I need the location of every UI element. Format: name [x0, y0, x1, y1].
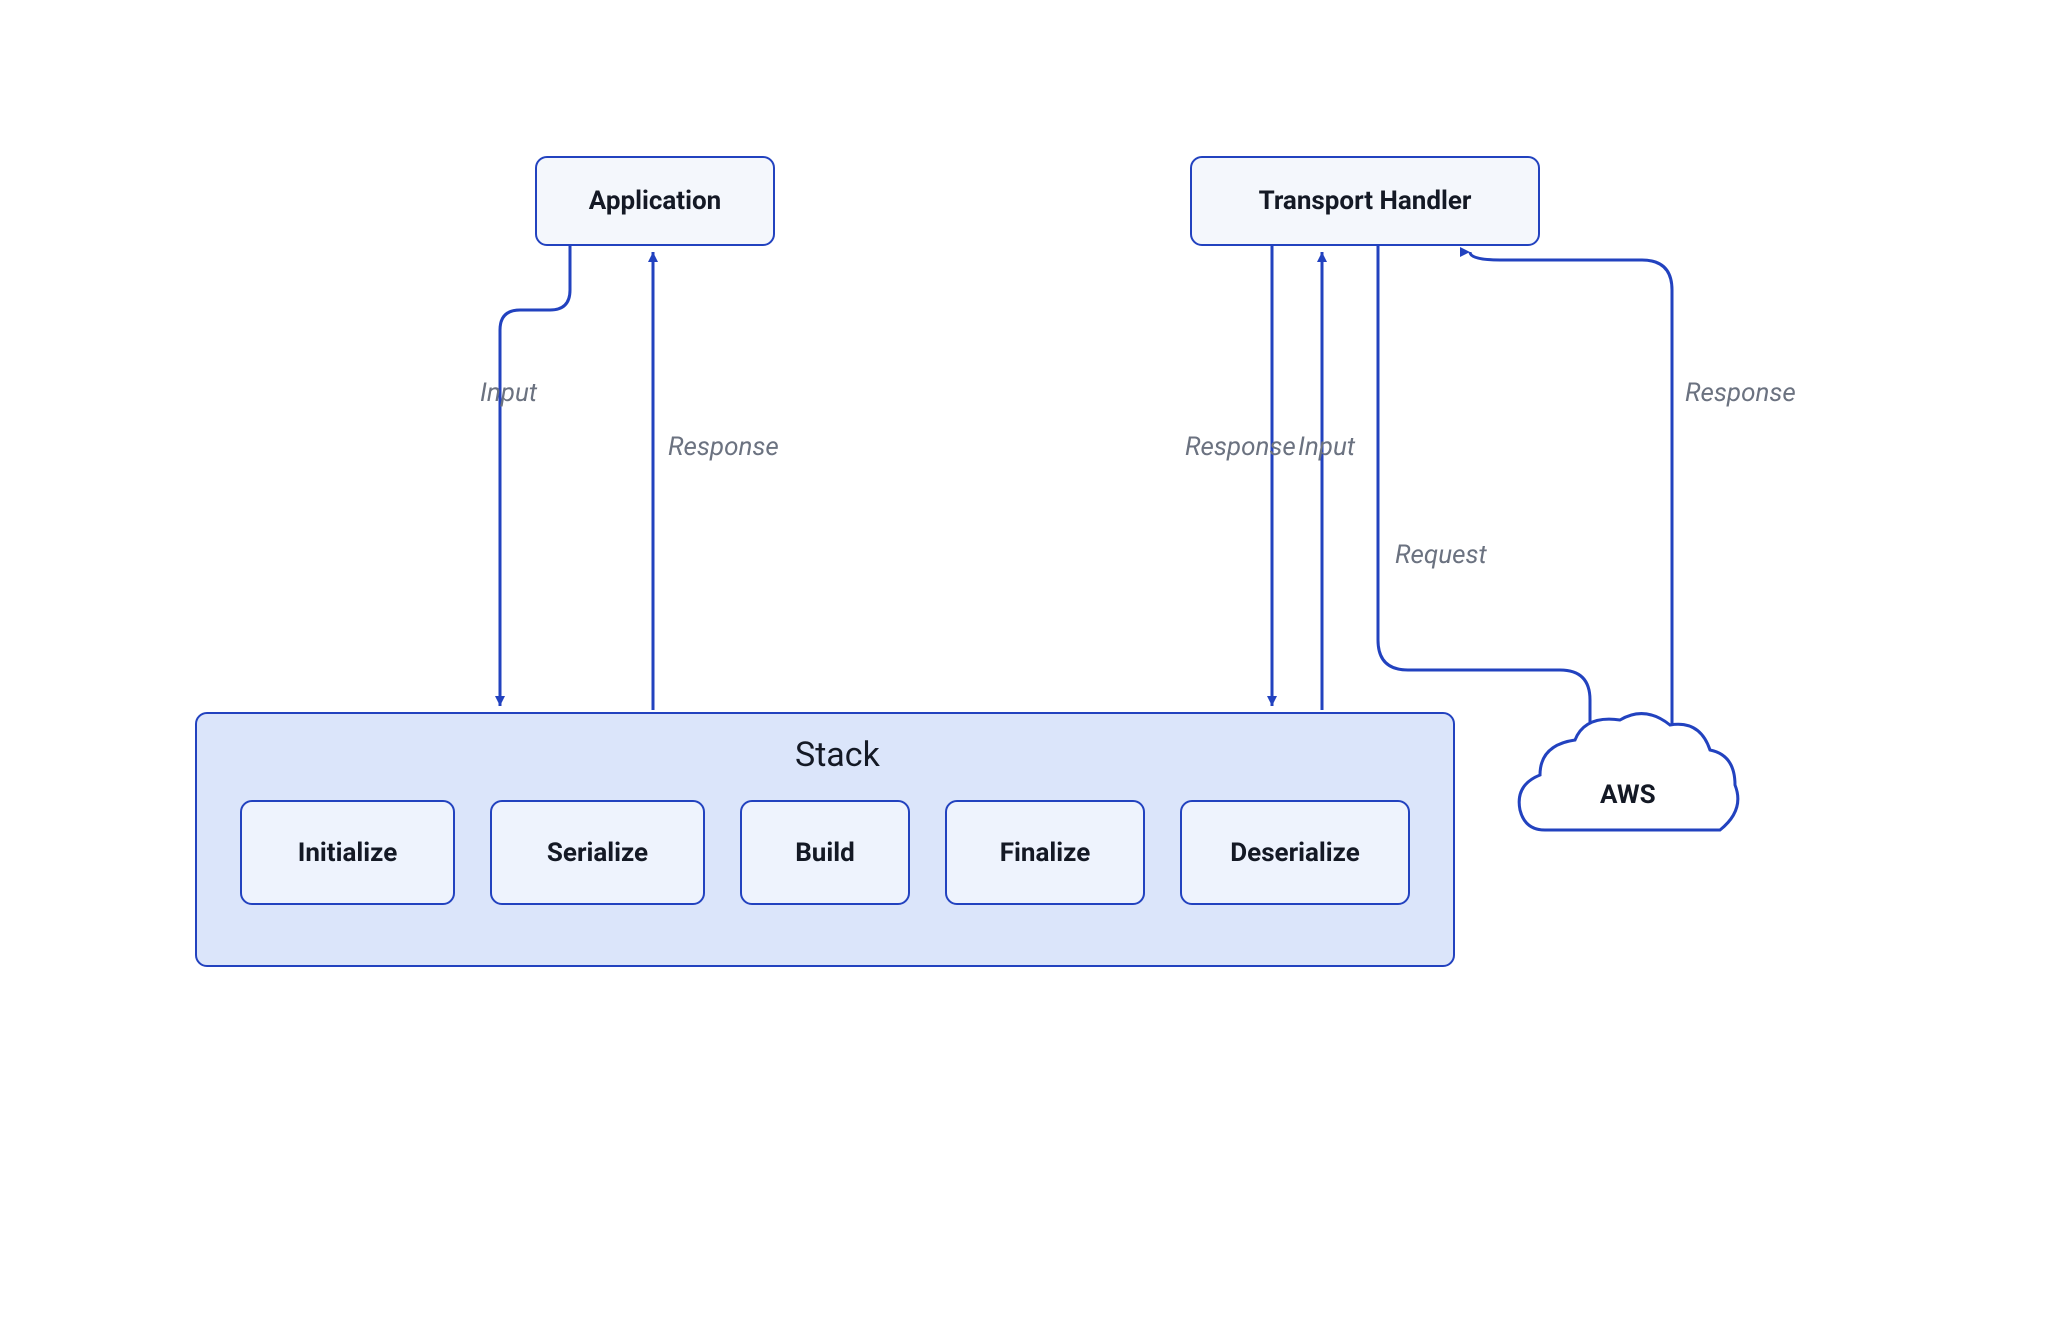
step-deserialize: Deserialize: [1180, 800, 1410, 905]
application-node: Application: [535, 156, 775, 246]
flow-th-input: Input: [1298, 432, 1355, 462]
step-build-label: Build: [795, 838, 855, 868]
flow-th-request: Request: [1395, 540, 1487, 570]
application-label: Application: [589, 186, 721, 216]
stack-title: Stack: [795, 735, 880, 775]
step-initialize: Initialize: [240, 800, 455, 905]
diagram-svg: [0, 0, 2058, 1330]
aws-label: AWS: [1600, 780, 1656, 810]
transport-handler-node: Transport Handler: [1190, 156, 1540, 246]
arrow-th-request: [1378, 246, 1590, 735]
transport-handler-label: Transport Handler: [1259, 186, 1472, 216]
step-serialize-label: Serialize: [547, 838, 648, 868]
cloud-icon: [1519, 714, 1738, 830]
step-deserialize-label: Deserialize: [1230, 838, 1359, 868]
arrow-aws-response: [1470, 252, 1672, 748]
step-initialize-label: Initialize: [298, 838, 397, 868]
flow-app-input: Input: [480, 378, 537, 408]
step-serialize: Serialize: [490, 800, 705, 905]
step-finalize: Finalize: [945, 800, 1145, 905]
step-build: Build: [740, 800, 910, 905]
arrow-app-input: [500, 246, 570, 706]
flow-th-response: Response: [1185, 432, 1296, 462]
flow-aws-response: Response: [1685, 378, 1796, 408]
flow-app-response: Response: [668, 432, 779, 462]
step-finalize-label: Finalize: [1000, 838, 1090, 868]
